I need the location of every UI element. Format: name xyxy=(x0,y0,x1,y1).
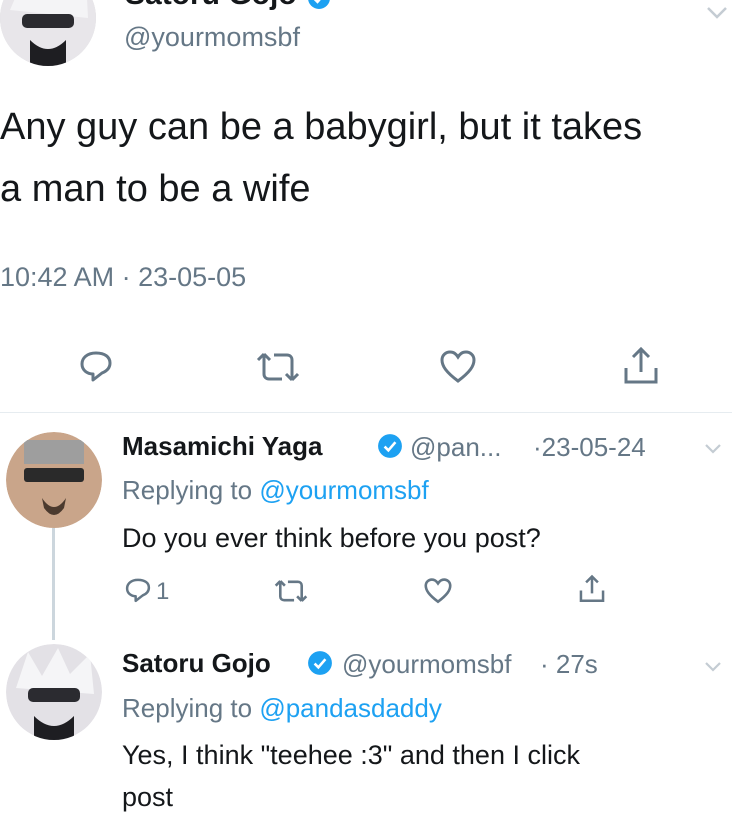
main-tweet-handle[interactable]: @yourmomsbf xyxy=(124,22,300,53)
main-tweet-text-line1: Any guy can be a babygirl, but it takes xyxy=(0,106,643,148)
reply-date[interactable]: · 27s xyxy=(540,649,598,680)
divider xyxy=(0,412,732,413)
reply-text-line1: Yes, I think "teehee :3" and then I clic… xyxy=(122,740,580,770)
reply-icon[interactable] xyxy=(124,576,152,604)
reply-text: Do you ever think before you post? xyxy=(122,523,541,553)
main-tweet-display-name[interactable]: Satoru Gojo xyxy=(125,0,297,12)
reply-handle[interactable]: @yourmomsbf xyxy=(342,649,511,680)
retweet-icon[interactable] xyxy=(274,578,308,604)
reply-replying-to: Replying to @pandasdaddy xyxy=(122,693,442,724)
share-icon[interactable] xyxy=(578,574,606,604)
like-icon[interactable] xyxy=(424,578,452,604)
main-tweet-avatar[interactable] xyxy=(0,0,96,66)
replying-to-link[interactable]: @pandasdaddy xyxy=(259,693,442,723)
reply-display-name[interactable]: Masamichi Yaga xyxy=(122,431,322,462)
chevron-down-icon[interactable] xyxy=(706,6,728,25)
reply-display-name[interactable]: Satoru Gojo xyxy=(122,648,271,679)
verified-badge-icon xyxy=(307,0,331,15)
chevron-down-icon[interactable] xyxy=(704,660,722,678)
verified-badge-icon xyxy=(377,433,403,464)
retweet-icon[interactable] xyxy=(256,350,300,384)
reply-avatar[interactable] xyxy=(6,432,102,528)
reply-text-line2: post xyxy=(122,782,174,812)
verified-badge-icon xyxy=(307,650,333,681)
reply-avatar[interactable] xyxy=(6,644,102,740)
replying-to-link[interactable]: @yourmomsbf xyxy=(259,475,428,505)
reply-icon[interactable] xyxy=(78,348,114,384)
replying-prefix: Replying to xyxy=(122,475,253,505)
thread-line xyxy=(52,528,55,640)
main-tweet-timestamp[interactable]: 10:42 AM · 23-05-05 xyxy=(0,262,246,293)
main-tweet-text-line2: a man to be a wife xyxy=(0,168,311,210)
reply-replying-to: Replying to @yourmomsbf xyxy=(122,475,429,506)
reply-count: 1 xyxy=(156,578,170,605)
replying-prefix: Replying to xyxy=(122,693,253,723)
share-icon[interactable] xyxy=(622,346,660,386)
chevron-down-icon[interactable] xyxy=(704,442,722,460)
like-icon[interactable] xyxy=(440,350,476,384)
reply-handle[interactable]: @pan... xyxy=(410,432,501,463)
reply-date[interactable]: ·23-05-24 xyxy=(533,432,646,463)
